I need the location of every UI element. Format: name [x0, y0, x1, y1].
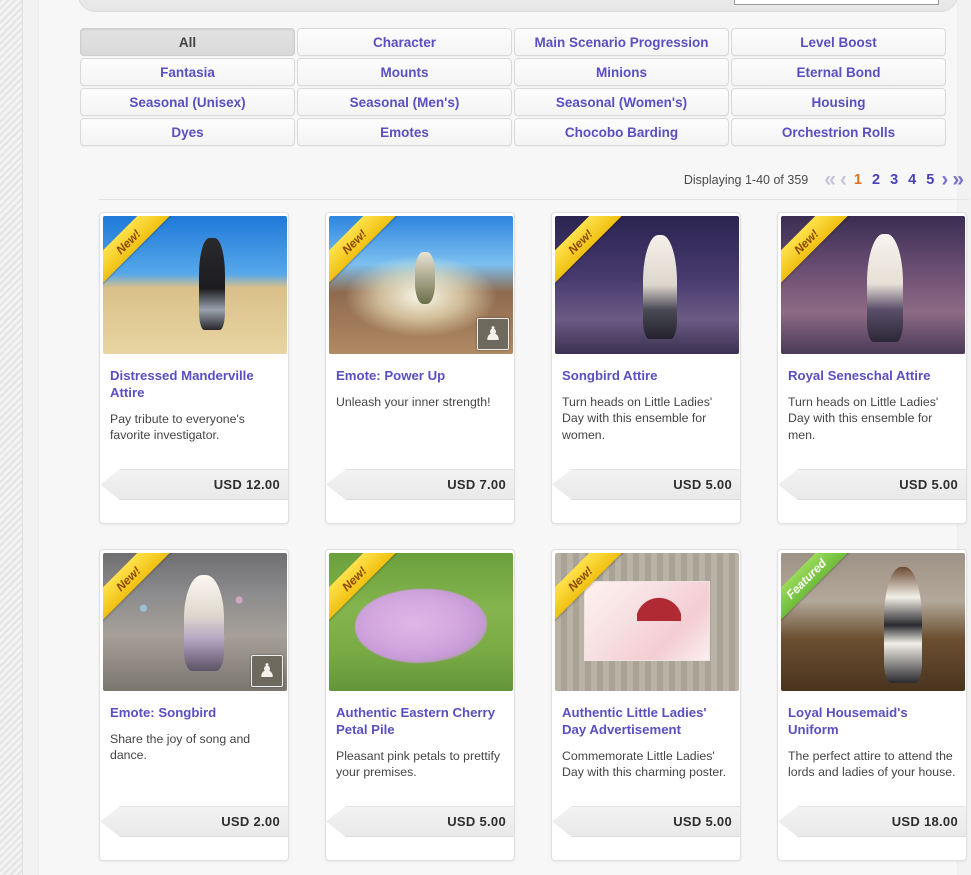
product-title[interactable]: Emote: Power Up — [336, 368, 504, 385]
price-ribbon: USD 18.00 — [778, 806, 966, 837]
product-thumbnail: New! — [555, 553, 739, 691]
product-thumbnail: Featured — [781, 553, 965, 691]
product-description: The perfect attire to attend the lords a… — [788, 748, 956, 780]
character-figure — [415, 251, 436, 304]
category-button-orchestrion-rolls[interactable]: Orchestrion Rolls — [731, 118, 946, 146]
product-thumbnail: New! ♟ — [329, 216, 513, 354]
product-description: Commemorate Little Ladies' Day with this… — [562, 748, 727, 780]
price-ribbon: USD 2.00 — [100, 806, 288, 837]
pagination-next-icon[interactable]: › — [939, 169, 950, 190]
pagination-bar: Displaying 1-40 of 359 «‹ 1 2 3 4 5 ›» — [99, 160, 969, 200]
product-title[interactable]: Distressed Manderville Attire — [110, 368, 278, 402]
character-figure — [643, 235, 678, 340]
price-ribbon: USD 7.00 — [326, 469, 514, 500]
product-price: USD 5.00 — [673, 814, 732, 829]
price-ribbon: USD 5.00 — [552, 469, 740, 500]
search-bar — [78, 0, 958, 12]
pagination-first-icon[interactable]: « — [822, 169, 838, 190]
petal-pile — [354, 588, 488, 664]
category-button-mounts[interactable]: Mounts — [297, 58, 512, 86]
search-input[interactable] — [734, 0, 939, 5]
product-price: USD 18.00 — [891, 814, 958, 829]
product-grid: New! Distressed Manderville Attire Pay tri… — [99, 212, 969, 861]
product-card[interactable]: New! ♟ Emote: Power Up Unleash your inner s… — [325, 212, 515, 524]
product-card[interactable]: New! Authentic Eastern Cherry Petal Pile P… — [325, 549, 515, 861]
category-button-main-scenario-progression[interactable]: Main Scenario Progression — [514, 28, 729, 56]
price-ribbon: USD 5.00 — [778, 469, 966, 500]
category-button-fantasia[interactable]: Fantasia — [80, 58, 295, 86]
character-figure — [183, 575, 224, 672]
category-button-seasonal-men-s[interactable]: Seasonal (Men's) — [297, 88, 512, 116]
pagination-controls: «‹ 1 2 3 4 5 ›» — [822, 169, 966, 190]
category-button-character[interactable]: Character — [297, 28, 512, 56]
pagination-page-5[interactable]: 5 — [921, 172, 939, 188]
category-button-minions[interactable]: Minions — [514, 58, 729, 86]
product-card[interactable]: New! Songbird Attire Turn heads on Little … — [551, 212, 741, 524]
price-ribbon: USD 5.00 — [326, 806, 514, 837]
product-card[interactable]: New! Distressed Manderville Attire Pay tri… — [99, 212, 289, 524]
pagination-last-icon[interactable]: » — [950, 169, 966, 190]
price-ribbon: USD 5.00 — [552, 806, 740, 837]
product-title[interactable]: Songbird Attire — [562, 368, 730, 385]
category-button-dyes[interactable]: Dyes — [80, 118, 295, 146]
product-description: Turn heads on Little Ladies' Day with th… — [788, 394, 939, 443]
product-price: USD 12.00 — [213, 477, 280, 492]
store-content-panel: All Character Main Scenario Progression Lev… — [38, 0, 969, 875]
pagination-page-4[interactable]: 4 — [903, 172, 921, 188]
pagination-page-1[interactable]: 1 — [849, 172, 867, 188]
pagination-prev-icon[interactable]: ‹ — [838, 169, 849, 190]
category-button-seasonal-unisex[interactable]: Seasonal (Unisex) — [80, 88, 295, 116]
product-thumbnail: New! — [103, 216, 287, 354]
page-wrapper: All Character Main Scenario Progression Lev… — [22, 0, 971, 875]
category-button-eternal-bond[interactable]: Eternal Bond — [731, 58, 946, 86]
product-card[interactable]: New! Authentic Little Ladies' Day Adverti… — [551, 549, 741, 861]
product-title[interactable]: Authentic Eastern Cherry Petal Pile — [336, 705, 504, 739]
product-title[interactable]: Authentic Little Ladies' Day Advertiseme… — [562, 705, 730, 739]
pagination-page-3[interactable]: 3 — [885, 172, 903, 188]
product-price: USD 7.00 — [447, 477, 506, 492]
pagination-page-2[interactable]: 2 — [867, 172, 885, 188]
product-card[interactable]: New! ♟ Emote: Songbird Share the joy of son… — [99, 549, 289, 861]
character-figure — [867, 233, 904, 342]
character-figure — [884, 566, 923, 683]
product-description: Pleasant pink petals to prettify your pr… — [336, 748, 501, 780]
product-thumbnail: New! ♟ — [103, 553, 287, 691]
category-button-emotes[interactable]: Emotes — [297, 118, 512, 146]
category-button-seasonal-women-s[interactable]: Seasonal (Women's) — [514, 88, 729, 116]
product-thumbnail: New! — [555, 216, 739, 354]
page-left-stripe — [0, 0, 22, 875]
product-price: USD 2.00 — [221, 814, 280, 829]
emote-icon: ♟ — [251, 655, 283, 687]
category-button-housing[interactable]: Housing — [731, 88, 946, 116]
category-button-level-boost[interactable]: Level Boost — [731, 28, 946, 56]
product-description: Unleash your inner strength! — [336, 394, 491, 409]
character-figure — [198, 238, 225, 331]
product-price: USD 5.00 — [673, 477, 732, 492]
results-count: Displaying 1-40 of 359 — [683, 172, 809, 187]
product-description: Turn heads on Little Ladies' Day with th… — [562, 394, 713, 443]
product-price: USD 5.00 — [447, 814, 506, 829]
category-button-all[interactable]: All — [80, 28, 295, 56]
product-description: Share the joy of song and dance. — [110, 731, 251, 763]
product-card[interactable]: Featured Loyal Housemaid's Uniform The per… — [777, 549, 967, 861]
product-title[interactable]: Emote: Songbird — [110, 705, 278, 722]
price-ribbon: USD 12.00 — [100, 469, 288, 500]
product-title[interactable]: Royal Seneschal Attire — [788, 368, 956, 385]
product-description: Pay tribute to everyone's favorite inves… — [110, 411, 245, 443]
category-filter-grid: All Character Main Scenario Progression Lev… — [80, 28, 946, 146]
category-button-chocobo-barding[interactable]: Chocobo Barding — [514, 118, 729, 146]
product-thumbnail: New! — [781, 216, 965, 354]
product-thumbnail: New! — [329, 553, 513, 691]
product-price: USD 5.00 — [899, 477, 958, 492]
product-card[interactable]: New! Royal Seneschal Attire Turn heads on … — [777, 212, 967, 524]
product-title[interactable]: Loyal Housemaid's Uniform — [788, 705, 956, 739]
wall-poster — [584, 580, 710, 661]
emote-icon: ♟ — [477, 318, 509, 350]
